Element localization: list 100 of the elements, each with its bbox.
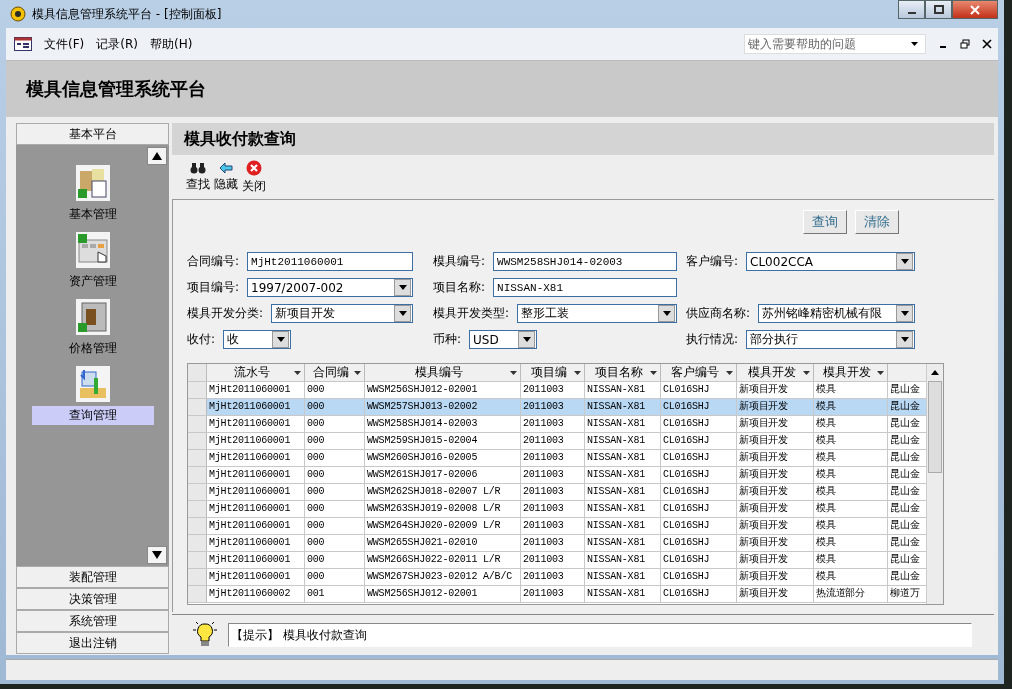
text-field[interactable]: NISSAN-X81 bbox=[493, 278, 677, 297]
dropdown-arrow-icon bbox=[354, 370, 361, 375]
field-label: 供应商名称: bbox=[686, 305, 751, 322]
table-cell: 新项目开发 bbox=[737, 450, 814, 466]
menu-item[interactable]: 帮助(H) bbox=[149, 35, 193, 53]
binoculars-icon bbox=[190, 161, 206, 174]
minimize-button[interactable] bbox=[898, 0, 925, 19]
dropdown-arrow-icon[interactable] bbox=[900, 311, 909, 316]
dropdown-field[interactable]: 整形工装 bbox=[517, 304, 677, 323]
sidebar-item[interactable]: 基本管理 bbox=[31, 205, 154, 224]
scroll-down-button[interactable] bbox=[147, 546, 167, 564]
column-header[interactable]: 流水号 bbox=[207, 364, 305, 381]
column-header[interactable]: 项目名称 bbox=[585, 364, 661, 381]
table-cell: 2011003 bbox=[521, 416, 585, 432]
dropdown-arrow-icon[interactable] bbox=[398, 311, 407, 316]
help-search-field[interactable]: 键入需要帮助的问题 bbox=[744, 34, 926, 54]
table-cell: MjHt2011060001 bbox=[207, 569, 305, 585]
dropdown-field[interactable]: 部分执行 bbox=[746, 330, 915, 349]
table-cell: 新项目开发 bbox=[737, 501, 814, 517]
dropdown-arrow-icon bbox=[650, 370, 657, 375]
dropdown-field[interactable]: 1997/2007-002 bbox=[247, 278, 413, 297]
column-header[interactable]: 客户编号 bbox=[661, 364, 737, 381]
vertical-scrollbar[interactable] bbox=[926, 364, 943, 604]
column-header[interactable]: 模具编号 bbox=[365, 364, 521, 381]
table-cell: 000 bbox=[305, 382, 365, 398]
field-label: 执行情况: bbox=[686, 331, 739, 348]
table-cell: CL016SHJ bbox=[661, 416, 737, 432]
dropdown-arrow-icon bbox=[726, 370, 733, 375]
action-button[interactable]: 清除 bbox=[855, 210, 899, 234]
menu-item[interactable]: 文件(F) bbox=[44, 35, 85, 53]
table-row[interactable]: MjHt2011060001 000 WWSM257SHJ013-02002 2011003 NISSAN-X81 CL016SHJ 新项目开发 模具 昆山金 bbox=[188, 399, 926, 416]
dropdown-arrow-icon[interactable] bbox=[276, 337, 285, 342]
field-label: 收付: bbox=[187, 331, 216, 348]
sidebar-item[interactable]: 资产管理 bbox=[31, 272, 154, 291]
table-row[interactable]: MjHt2011060001 000 WWSM261SHJ017-02006 2011003 NISSAN-X81 CL016SHJ 新项目开发 模具 昆山金 bbox=[188, 467, 926, 484]
dropdown-field[interactable]: USD bbox=[469, 330, 538, 349]
field-label: 项目编号: bbox=[187, 279, 240, 296]
column-header[interactable]: 模具开发 bbox=[737, 364, 814, 381]
table-cell: MjHt2011060001 bbox=[207, 501, 305, 517]
restore-icon[interactable] bbox=[960, 39, 970, 49]
dropdown-field[interactable]: 新项目开发 bbox=[271, 304, 413, 323]
table-row[interactable]: MjHt2011060001 000 WWSM267SHJ023-02012 A/B/C 2011003 NISSAN-X81 CL016SHJ 新项目开发 模具 昆山金 bbox=[188, 569, 926, 586]
table-cell: NISSAN-X81 bbox=[585, 484, 661, 500]
table-cell: CL016SHJ bbox=[661, 484, 737, 500]
dropdown-arrow-icon[interactable] bbox=[522, 337, 531, 342]
dropdown-arrow-icon[interactable] bbox=[911, 42, 918, 46]
table-row[interactable]: MjHt2011060001 000 WWSM259SHJ015-02004 2011003 NISSAN-X81 CL016SHJ 新项目开发 模具 昆山金 bbox=[188, 433, 926, 450]
sidebar-item[interactable]: 查询管理 bbox=[31, 406, 154, 425]
table-cell: 新项目开发 bbox=[737, 399, 814, 415]
table-cell: WWSM261SHJ017-02006 bbox=[365, 467, 521, 483]
text-field[interactable]: WWSM258SHJ014-02003 bbox=[493, 252, 677, 271]
table-cell: WWSM260SHJ016-02005 bbox=[365, 450, 521, 466]
table-row[interactable]: MjHt2011060001 000 WWSM264SHJ020-02009 L/R 2011003 NISSAN-X81 CL016SHJ 新项目开发 模具 昆山金 bbox=[188, 518, 926, 535]
table-cell: 模具 bbox=[814, 382, 888, 398]
close-button[interactable] bbox=[952, 0, 998, 19]
table-cell: CL016SHJ bbox=[661, 467, 737, 483]
column-header[interactable]: 项目编 bbox=[521, 364, 585, 381]
dropdown-field[interactable]: CL002CCA bbox=[746, 252, 915, 271]
find-button[interactable]: 查找 bbox=[186, 161, 210, 193]
scroll-up-arrow-icon[interactable] bbox=[931, 369, 939, 375]
sidebar-section[interactable]: 退出注销 bbox=[16, 632, 169, 654]
dropdown-field[interactable]: 收 bbox=[223, 330, 292, 349]
menu-item[interactable]: 记录(R) bbox=[96, 35, 138, 53]
close-form-button[interactable]: 关闭 bbox=[242, 159, 266, 195]
table-cell: 000 bbox=[305, 416, 365, 432]
dropdown-arrow-icon bbox=[574, 370, 581, 375]
table-row[interactable]: MjHt2011060001 000 WWSM260SHJ016-02005 2011003 NISSAN-X81 CL016SHJ 新项目开发 模具 昆山金 bbox=[188, 450, 926, 467]
hand-pointer-icon[interactable] bbox=[75, 232, 110, 268]
sidebar-section[interactable]: 基本平台 bbox=[16, 123, 169, 145]
left-arrow-icon bbox=[219, 161, 233, 174]
action-button[interactable]: 查询 bbox=[803, 210, 847, 234]
table-cell: MjHt2011060001 bbox=[207, 518, 305, 534]
safe-icon[interactable] bbox=[75, 299, 110, 335]
sidebar-item[interactable]: 价格管理 bbox=[31, 339, 154, 358]
dropdown-arrow-icon bbox=[803, 370, 810, 375]
table-cell: 000 bbox=[305, 484, 365, 500]
scroll-up-button[interactable] bbox=[147, 147, 167, 165]
hide-button[interactable]: 隐藏 bbox=[214, 161, 238, 193]
close-icon[interactable] bbox=[982, 39, 992, 49]
dropdown-field[interactable]: 苏州铭峰精密机械有限 bbox=[758, 304, 915, 323]
table-row[interactable]: MjHt2011060001 000 WWSM266SHJ022-02011 L/R 2011003 NISSAN-X81 CL016SHJ 新项目开发 模具 昆山金 bbox=[188, 552, 926, 569]
app-heading: 模具信息管理系统平台 bbox=[26, 77, 206, 101]
sidebar-section[interactable]: 装配管理 bbox=[16, 566, 169, 588]
dropdown-arrow-icon[interactable] bbox=[900, 259, 909, 264]
column-header[interactable]: 合同编 bbox=[305, 364, 365, 381]
dropdown-arrow-icon[interactable] bbox=[398, 285, 407, 290]
maximize-button[interactable] bbox=[925, 0, 952, 19]
column-header[interactable]: 模具开发 bbox=[814, 364, 888, 381]
sidebar-section[interactable]: 系统管理 bbox=[16, 610, 169, 632]
table-row[interactable]: MjHt2011060001 000 WWSM258SHJ014-02003 2011003 NISSAN-X81 CL016SHJ 新项目开发 模具 昆山金 bbox=[188, 416, 926, 433]
table-row[interactable]: MjHt2011060002 001 WWSM256SHJ012-02001 2011003 NISSAN-X81 CL016SHJ 新项目开发 热流道部分 柳道万 bbox=[188, 586, 926, 603]
table-row[interactable]: MjHt2011060001 000 WWSM265SHJ021-02010 2011003 NISSAN-X81 CL016SHJ 新项目开发 模具 昆山金 bbox=[188, 535, 926, 552]
table-cell: CL016SHJ bbox=[661, 552, 737, 568]
dropdown-arrow-icon[interactable] bbox=[900, 337, 909, 342]
table-cell: 000 bbox=[305, 518, 365, 534]
dropdown-arrow-icon[interactable] bbox=[662, 311, 671, 316]
text-field[interactable]: MjHt2011060001 bbox=[247, 252, 413, 271]
table-row[interactable]: MjHt2011060001 000 WWSM262SHJ018-02007 L/R 2011003 NISSAN-X81 CL016SHJ 新项目开发 模具 昆山金 bbox=[188, 484, 926, 501]
table-row[interactable]: MjHt2011060001 000 WWSM263SHJ019-02008 L/R 2011003 NISSAN-X81 CL016SHJ 新项目开发 模具 昆山金 bbox=[188, 501, 926, 518]
sidebar-section[interactable]: 决策管理 bbox=[16, 588, 169, 610]
